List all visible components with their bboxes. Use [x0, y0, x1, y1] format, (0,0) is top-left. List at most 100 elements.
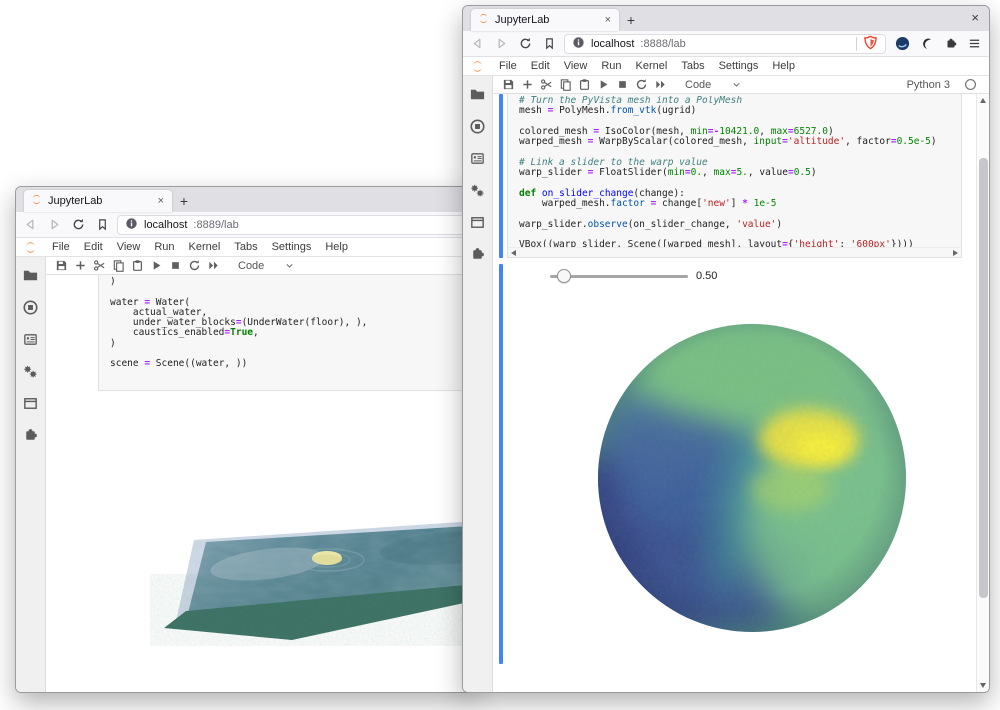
- stop-icon[interactable]: [169, 259, 182, 272]
- insert-cell-icon[interactable]: [521, 78, 534, 91]
- extensions-icon[interactable]: [469, 246, 486, 263]
- notebook-toolbar: Code Python 3: [493, 76, 989, 94]
- app-menu-icon[interactable]: [968, 37, 981, 50]
- front-tab-jupyterlab[interactable]: JupyterLab ×: [471, 9, 619, 31]
- scroll-left-icon[interactable]: [511, 250, 516, 256]
- restart-icon[interactable]: [188, 259, 201, 272]
- jupyterlab-left-sidebar: [16, 257, 46, 692]
- kernel-status-icon[interactable]: [964, 78, 977, 91]
- new-tab-button[interactable]: +: [619, 9, 643, 31]
- menu-settings[interactable]: Settings: [265, 238, 319, 257]
- back-icon[interactable]: [24, 218, 37, 231]
- open-tabs-icon[interactable]: [469, 214, 486, 231]
- back-icon[interactable]: [471, 37, 484, 50]
- cell-type-dropdown[interactable]: Code: [238, 260, 264, 272]
- cut-icon[interactable]: [540, 78, 553, 91]
- water-scene-render[interactable]: [150, 518, 475, 653]
- address-bar[interactable]: localhost:8889/lab: [117, 215, 466, 235]
- cut-icon[interactable]: [93, 259, 106, 272]
- globe-scene-render[interactable]: [595, 321, 909, 635]
- window-close-button[interactable]: ×: [971, 11, 979, 24]
- jupyter-favicon: [30, 193, 43, 209]
- tab-close-button[interactable]: ×: [603, 14, 613, 26]
- privacy-shield-icon[interactable]: [863, 35, 878, 53]
- cell-horizontal-scrollbar[interactable]: [508, 247, 961, 257]
- menu-help[interactable]: Help: [765, 57, 802, 76]
- menu-kernel[interactable]: Kernel: [629, 57, 675, 76]
- front-browser-window: JupyterLab × + × localhost:8888/lab: [462, 5, 990, 693]
- menu-edit[interactable]: Edit: [77, 238, 110, 257]
- divider: [856, 37, 857, 51]
- tab-title: JupyterLab: [495, 14, 598, 26]
- running-sessions-icon[interactable]: [22, 299, 39, 316]
- scrollbar-thumb[interactable]: [979, 158, 988, 598]
- jupyter-favicon: [477, 12, 490, 28]
- page-info-icon[interactable]: [572, 36, 585, 52]
- paste-icon[interactable]: [131, 259, 144, 272]
- run-all-icon[interactable]: [654, 78, 667, 91]
- menu-file[interactable]: File: [492, 57, 524, 76]
- code-cell[interactable]: )water = Water( actual_water, under_wate…: [98, 275, 475, 391]
- warp-slider-handle[interactable]: [557, 269, 571, 283]
- insert-cell-icon[interactable]: [74, 259, 87, 272]
- save-icon[interactable]: [55, 259, 68, 272]
- file-browser-icon[interactable]: [469, 86, 486, 103]
- selected-cell-indicator[interactable]: [499, 94, 503, 258]
- stop-icon[interactable]: [616, 78, 629, 91]
- notebook-scrollbar[interactable]: [976, 94, 989, 692]
- notebook-toolbar: Code: [46, 257, 474, 275]
- menu-tabs[interactable]: Tabs: [674, 57, 711, 76]
- chevron-down-icon: [284, 260, 295, 271]
- new-tab-button[interactable]: +: [172, 190, 196, 212]
- url-path: :8889/lab: [193, 219, 238, 231]
- running-sessions-icon[interactable]: [469, 118, 486, 135]
- scroll-up-icon[interactable]: [980, 98, 986, 103]
- menu-file[interactable]: File: [45, 238, 77, 257]
- file-browser-icon[interactable]: [22, 267, 39, 284]
- cell-type-dropdown[interactable]: Code: [685, 79, 711, 91]
- back-tab-jupyterlab[interactable]: JupyterLab ×: [24, 190, 172, 212]
- code-editor[interactable]: )water = Water( actual_water, under_wate…: [110, 277, 475, 380]
- settings-icon[interactable]: [22, 363, 39, 380]
- menu-tabs[interactable]: Tabs: [227, 238, 264, 257]
- run-icon[interactable]: [597, 78, 610, 91]
- code-cell[interactable]: # Turn the PyVista mesh into a PolyMeshm…: [507, 94, 962, 258]
- property-inspector-icon[interactable]: [469, 150, 486, 167]
- tab-close-button[interactable]: ×: [156, 195, 166, 207]
- bookmark-icon[interactable]: [543, 37, 556, 50]
- menu-view[interactable]: View: [557, 57, 595, 76]
- extensions-icon[interactable]: [22, 427, 39, 444]
- menu-help[interactable]: Help: [318, 238, 355, 257]
- copy-icon[interactable]: [112, 259, 125, 272]
- open-tabs-icon[interactable]: [22, 395, 39, 412]
- account-icon[interactable]: [895, 36, 910, 51]
- menu-run[interactable]: Run: [147, 238, 181, 257]
- scroll-right-icon[interactable]: [953, 250, 958, 256]
- code-editor[interactable]: # Turn the PyVista mesh into a PolyMeshm…: [519, 96, 959, 247]
- output-cell-indicator[interactable]: [499, 264, 503, 664]
- menu-run[interactable]: Run: [594, 57, 628, 76]
- desktop: JupyterLab × + localhost:8889/lab FileEd…: [0, 0, 1000, 710]
- address-bar[interactable]: localhost:8888/lab: [564, 34, 886, 54]
- menu-view[interactable]: View: [110, 238, 148, 257]
- browser-extension-icon[interactable]: [920, 37, 934, 51]
- bookmark-icon[interactable]: [96, 218, 109, 231]
- forward-icon[interactable]: [48, 218, 61, 231]
- paste-icon[interactable]: [578, 78, 591, 91]
- copy-icon[interactable]: [559, 78, 572, 91]
- settings-icon[interactable]: [469, 182, 486, 199]
- menu-kernel[interactable]: Kernel: [182, 238, 228, 257]
- page-info-icon[interactable]: [125, 217, 138, 233]
- scroll-down-icon[interactable]: [980, 683, 986, 688]
- run-icon[interactable]: [150, 259, 163, 272]
- reload-icon[interactable]: [72, 218, 85, 231]
- save-icon[interactable]: [502, 78, 515, 91]
- property-inspector-icon[interactable]: [22, 331, 39, 348]
- reload-icon[interactable]: [519, 37, 532, 50]
- restart-icon[interactable]: [635, 78, 648, 91]
- run-all-icon[interactable]: [207, 259, 220, 272]
- menu-edit[interactable]: Edit: [524, 57, 557, 76]
- menu-settings[interactable]: Settings: [712, 57, 766, 76]
- addons-puzzle-icon[interactable]: [944, 37, 958, 51]
- forward-icon[interactable]: [495, 37, 508, 50]
